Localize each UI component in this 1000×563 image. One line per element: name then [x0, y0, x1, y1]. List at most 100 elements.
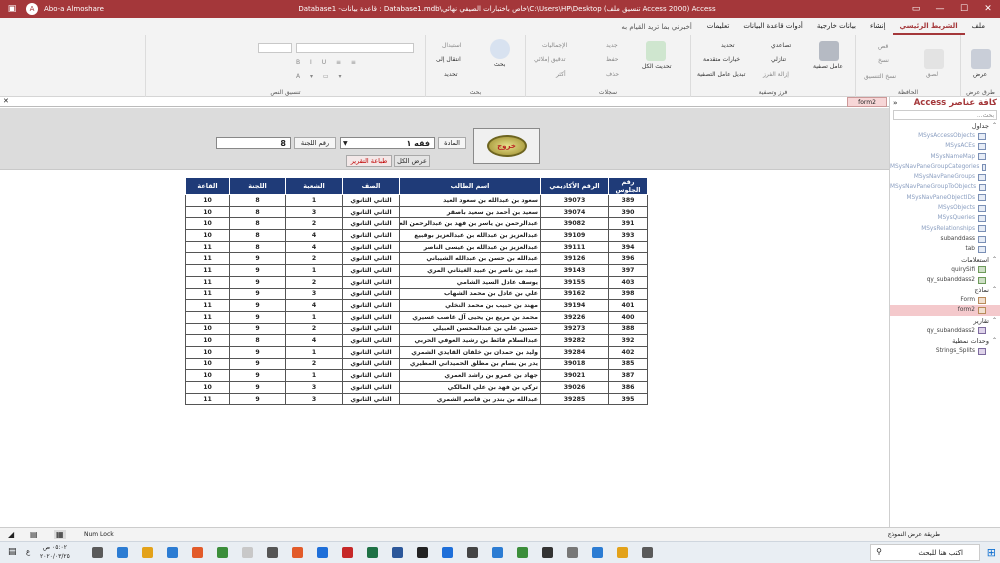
- nav-item[interactable]: tab: [890, 244, 1000, 254]
- nav-item[interactable]: qy_subanddass2: [890, 326, 1000, 336]
- chevron-up-icon[interactable]: ⌃: [992, 255, 997, 265]
- nav-item[interactable]: MSysACEs: [890, 141, 1000, 151]
- table-cell[interactable]: الثاني الثانوي: [342, 310, 400, 324]
- table-cell[interactable]: 10: [185, 205, 230, 219]
- taskbar-app-icon[interactable]: [242, 547, 253, 558]
- table-cell[interactable]: 2: [285, 252, 343, 266]
- table-cell[interactable]: 9: [229, 275, 286, 289]
- table-row[interactable]: 388 39273 حسين علي بن عبدالمحسن العبيلي الث…: [185, 322, 648, 336]
- table-cell[interactable]: 393: [608, 229, 648, 242]
- table-cell[interactable]: عبدالرحمن بن ياسر بن فهد بن عبدالرحمن ال…: [399, 217, 541, 231]
- taskbar-app-icon[interactable]: [367, 547, 378, 558]
- table-cell[interactable]: 39126: [540, 252, 609, 266]
- table-cell[interactable]: 9: [229, 345, 286, 359]
- table-cell[interactable]: 394: [608, 240, 648, 254]
- taskbar-app-icon[interactable]: [342, 547, 353, 558]
- descending-button[interactable]: تنازلي: [771, 56, 786, 63]
- table-cell[interactable]: 388: [608, 322, 648, 336]
- table-cell[interactable]: 10: [185, 217, 230, 231]
- goto-button[interactable]: انتقال إلى: [436, 56, 461, 63]
- tab-2[interactable]: إنشاء: [863, 18, 893, 35]
- avatar[interactable]: A: [26, 3, 38, 15]
- maximize-button[interactable]: ☐: [952, 0, 976, 18]
- table-cell[interactable]: عبدالعزيز بن عبدالله بن عيسى الناصر: [399, 240, 541, 254]
- nav-item[interactable]: MSysNavPaneGroups: [890, 172, 1000, 182]
- taskbar-app-icon[interactable]: [492, 547, 503, 558]
- table-cell[interactable]: مهند بن حبيب بن محمد النخلي: [399, 299, 541, 312]
- table-cell[interactable]: وليد بن حمدان بن خلفان القايدي الشمري: [399, 345, 541, 359]
- table-cell[interactable]: 1: [285, 194, 343, 207]
- table-cell[interactable]: 39226: [540, 310, 609, 324]
- save-icon[interactable]: ▣: [0, 0, 24, 18]
- table-cell[interactable]: 10: [185, 322, 230, 336]
- table-cell[interactable]: 39282: [540, 334, 609, 347]
- table-cell[interactable]: الثاني الثانوي: [342, 334, 400, 347]
- table-cell[interactable]: 2: [285, 275, 343, 289]
- table-cell[interactable]: 2: [285, 357, 343, 371]
- view-button[interactable]: عرض: [973, 71, 987, 78]
- taskbar-search[interactable]: اكتب هنا للبحث: [870, 544, 980, 561]
- nav-section[interactable]: ⌃ استعلامات: [890, 255, 1000, 265]
- table-cell[interactable]: الثاني الثانوي: [342, 299, 400, 312]
- taskbar-app-icon[interactable]: [267, 547, 278, 558]
- table-cell[interactable]: يوسف عادل السيد الشامي: [399, 275, 541, 289]
- table-cell[interactable]: 39026: [540, 381, 609, 394]
- table-row[interactable]: 402 39284 وليد بن حمدان بن خلفان القايدي ا…: [185, 345, 648, 359]
- nav-section[interactable]: ⌃ جداول: [890, 121, 1000, 131]
- nav-section[interactable]: ⌃ وحدات نمطية: [890, 336, 1000, 346]
- table-cell[interactable]: 39162: [540, 287, 609, 301]
- taskbar-app-icon[interactable]: [117, 547, 128, 558]
- chevron-up-icon[interactable]: ⌃: [992, 336, 997, 346]
- table-cell[interactable]: الثاني الثانوي: [342, 252, 400, 266]
- table-cell[interactable]: 4: [285, 334, 343, 347]
- print-report-button[interactable]: طباعة التقرير: [346, 155, 392, 167]
- committee-field[interactable]: 8: [216, 137, 291, 149]
- nav-search-input[interactable]: بحث...: [893, 110, 997, 120]
- table-cell[interactable]: 398: [608, 287, 648, 301]
- table-cell[interactable]: الثاني الثانوي: [342, 205, 400, 219]
- table-cell[interactable]: 397: [608, 264, 648, 277]
- taskbar-app-icon[interactable]: [592, 547, 603, 558]
- format-painter-button[interactable]: نسخ التنسيق: [864, 73, 896, 80]
- nav-item[interactable]: MSysRelationships: [890, 224, 1000, 234]
- table-cell[interactable]: 39285: [540, 392, 609, 406]
- table-row[interactable]: 395 39285 عبدالله بن بندر بن قاسم الشمري ال…: [185, 392, 648, 406]
- show-all-button[interactable]: عرض الكل: [394, 155, 430, 167]
- delete-button[interactable]: حذف: [606, 71, 619, 78]
- table-cell[interactable]: 9: [229, 287, 286, 301]
- table-cell[interactable]: الثاني الثانوي: [342, 229, 400, 242]
- table-cell[interactable]: 386: [608, 381, 648, 394]
- table-cell[interactable]: 39082: [540, 217, 609, 231]
- table-cell[interactable]: 9: [229, 357, 286, 371]
- table-cell[interactable]: عبيد بن ناصر بن عبيد الغيثاني المري: [399, 264, 541, 277]
- taskbar-app-icon[interactable]: [542, 547, 553, 558]
- table-cell[interactable]: 11: [185, 240, 230, 254]
- table-cell[interactable]: 9: [229, 369, 286, 382]
- table-row[interactable]: 394 39111 عبدالعزيز بن عبدالله بن عيسى الن…: [185, 240, 648, 254]
- table-cell[interactable]: 9: [229, 381, 286, 394]
- font-size-combo[interactable]: [258, 43, 292, 53]
- table-cell[interactable]: 2: [285, 322, 343, 336]
- table-cell[interactable]: 1: [285, 264, 343, 277]
- table-cell[interactable]: 1: [285, 369, 343, 382]
- table-cell[interactable]: 10: [185, 381, 230, 394]
- table-cell[interactable]: 1: [285, 345, 343, 359]
- table-cell[interactable]: 391: [608, 217, 648, 231]
- table-cell[interactable]: تركي بن فهد بن علي المالكي: [399, 381, 541, 394]
- table-cell[interactable]: 3: [285, 381, 343, 394]
- table-cell[interactable]: 387: [608, 369, 648, 382]
- nav-collapse-icon[interactable]: «: [893, 99, 898, 107]
- taskbar-app-icon[interactable]: [217, 547, 228, 558]
- table-cell[interactable]: 9: [229, 310, 286, 324]
- chevron-down-icon[interactable]: ▼: [343, 138, 348, 149]
- layout-view-icon[interactable]: ▤: [30, 530, 38, 539]
- table-cell[interactable]: 396: [608, 252, 648, 266]
- taskbar-app-icon[interactable]: [167, 547, 178, 558]
- font-name-combo[interactable]: [296, 43, 414, 53]
- nav-item[interactable]: MSysAccessObjects: [890, 131, 1000, 141]
- table-cell[interactable]: الثاني الثانوي: [342, 194, 400, 207]
- exit-button[interactable]: خروج: [473, 128, 540, 164]
- ascending-button[interactable]: تصاعدي: [771, 42, 791, 49]
- cut-button[interactable]: قص: [878, 43, 888, 50]
- taskbar-app-icon[interactable]: [317, 547, 328, 558]
